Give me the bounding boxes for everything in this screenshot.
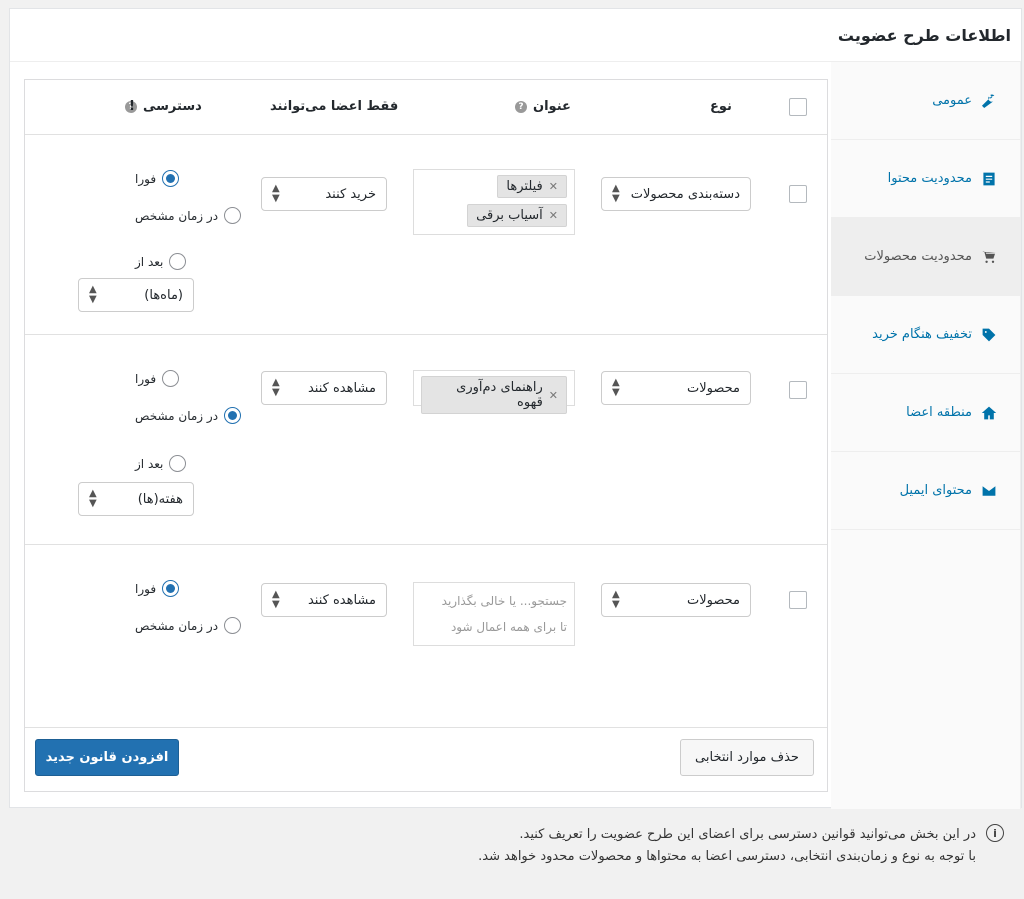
membership-plan-panel: اطلاعات طرح عضویت عمومی محدودیت محتوا مح…	[9, 8, 1022, 809]
sidebar-item-product-restriction[interactable]: محدودیت محصولات	[831, 218, 1020, 296]
period-select[interactable]: هفته(ها) ▲ ▼	[78, 482, 194, 516]
select-all-checkbox[interactable]	[789, 98, 807, 116]
help-icon[interactable]: ?	[515, 100, 527, 113]
radio-button[interactable]	[224, 207, 242, 224]
remove-icon[interactable]: ✕	[549, 209, 558, 222]
sidebar-item-members-area[interactable]: منطقه اعضا	[831, 374, 1020, 452]
radio-button[interactable]	[162, 370, 180, 387]
radio-after[interactable]: بعد از	[135, 455, 187, 472]
column-header-type: نوع	[710, 99, 732, 114]
radio-button[interactable]	[224, 407, 242, 424]
notice-text: در این بخش می‌توانید قوانین دسترسی برای …	[478, 827, 976, 864]
document-icon	[980, 170, 998, 188]
select-arrows-icon: ▲ ▼	[89, 488, 97, 509]
rules-table: نوع عنوان ? فقط اعضا می‌توانند دسترسی ? …	[24, 79, 828, 792]
tag-chip: ✕ راهنمای دم‌آوری قهوه	[421, 376, 567, 414]
table-row: محصولات ▲ ▼ ✕ راهنمای دم‌آوری قهوه مشاهده…	[25, 335, 827, 545]
radio-button[interactable]	[224, 617, 242, 634]
table-header: نوع عنوان ? فقط اعضا می‌توانند دسترسی ? …	[25, 80, 827, 135]
panel-title: اطلاعات طرح عضویت	[837, 25, 1011, 45]
table-row: دسته‌بندی محصولات ▲ ▼ ✕ فیلترها ✕ آسیاب ب…	[25, 135, 827, 335]
wrench-icon	[980, 92, 998, 110]
row-checkbox[interactable]	[789, 591, 807, 609]
row-checkbox[interactable]	[789, 185, 807, 203]
radio-button[interactable]	[169, 455, 187, 472]
sidebar-item-label: عمومی	[932, 93, 972, 108]
table-footer: حذف موارد انتخابی افزودن قانون جدید	[25, 728, 827, 791]
home-icon	[980, 404, 998, 422]
radio-immediately[interactable]: فورا	[135, 580, 180, 597]
radio-immediately[interactable]: فورا	[135, 370, 180, 387]
sidebar-item-label: محدودیت محتوا	[887, 171, 972, 186]
radio-specific-time[interactable]: در زمان مشخص	[135, 207, 242, 224]
email-icon	[980, 482, 998, 500]
title-search-input[interactable]: جستجو... یا خالی بگذارید تا برای همه اعم…	[413, 582, 575, 646]
remove-icon[interactable]: ✕	[549, 389, 558, 402]
sidebar-item-label: منطقه اعضا	[906, 405, 972, 420]
select-arrows-icon: ▲ ▼	[612, 183, 620, 204]
select-arrows-icon: ▲ ▼	[612, 377, 620, 398]
select-arrows-icon: ▲ ▼	[272, 183, 280, 204]
radio-immediately[interactable]: فورا	[135, 170, 180, 187]
sidebar-item-label: تخفیف هنگام خرید	[872, 327, 972, 342]
type-select[interactable]: محصولات ▲ ▼	[601, 583, 751, 617]
action-select[interactable]: مشاهده کنند ▲ ▼	[261, 583, 387, 617]
sidebar-item-label: محدودیت محصولات	[864, 249, 972, 264]
access-info-icon[interactable]: !	[129, 99, 135, 114]
remove-icon[interactable]: ✕	[549, 180, 558, 193]
radio-button[interactable]	[169, 253, 187, 270]
help-notice: i در این بخش می‌توانید قوانین دسترسی برا…	[9, 812, 1022, 892]
add-rule-button[interactable]: افزودن قانون جدید	[35, 739, 179, 776]
radio-button[interactable]	[162, 170, 180, 187]
tag-icon	[980, 326, 998, 344]
column-header-access: دسترسی ?	[125, 99, 202, 114]
info-icon: i	[986, 824, 1004, 842]
sidebar-item-purchase-discount[interactable]: تخفیف هنگام خرید	[831, 296, 1020, 374]
radio-after[interactable]: بعد از	[135, 253, 187, 270]
sidebar-item-content-restriction[interactable]: محدودیت محتوا	[831, 140, 1020, 218]
sidebar: عمومی محدودیت محتوا محدودیت محصولات تخفی…	[831, 62, 1021, 809]
delete-selected-button[interactable]: حذف موارد انتخابی	[680, 739, 814, 776]
select-arrows-icon: ▲ ▼	[612, 589, 620, 610]
tag-chip: ✕ فیلترها	[497, 175, 567, 198]
radio-button[interactable]	[162, 580, 180, 597]
select-arrows-icon: ▲ ▼	[272, 377, 280, 398]
action-select[interactable]: خرید کنند ▲ ▼	[261, 177, 387, 211]
sidebar-item-label: محتوای ایمیل	[899, 483, 972, 498]
period-select[interactable]: (ماه‌ها) ▲ ▼	[78, 278, 194, 312]
column-header-members-only: فقط اعضا می‌توانند	[270, 99, 399, 114]
select-arrows-icon: ▲ ▼	[272, 589, 280, 610]
type-select[interactable]: دسته‌بندی محصولات ▲ ▼	[601, 177, 751, 211]
panel-header: اطلاعات طرح عضویت	[10, 9, 1021, 62]
sidebar-item-email-content[interactable]: محتوای ایمیل	[831, 452, 1020, 530]
radio-specific-time[interactable]: در زمان مشخص	[135, 407, 242, 424]
radio-specific-time[interactable]: در زمان مشخص	[135, 617, 242, 634]
sidebar-item-general[interactable]: عمومی	[831, 62, 1020, 140]
action-select[interactable]: مشاهده کنند ▲ ▼	[261, 371, 387, 405]
select-arrows-icon: ▲ ▼	[89, 284, 97, 305]
cart-icon	[980, 248, 998, 266]
type-select[interactable]: محصولات ▲ ▼	[601, 371, 751, 405]
row-checkbox[interactable]	[789, 381, 807, 399]
title-tag-box[interactable]: ✕ فیلترها ✕ آسیاب برقی	[413, 169, 575, 235]
tag-chip: ✕ آسیاب برقی	[467, 204, 567, 227]
table-row: محصولات ▲ ▼ جستجو... یا خالی بگذارید تا ب…	[25, 545, 827, 728]
column-header-title: عنوان ?	[515, 99, 571, 114]
title-tag-box[interactable]: ✕ راهنمای دم‌آوری قهوه	[413, 370, 575, 414]
